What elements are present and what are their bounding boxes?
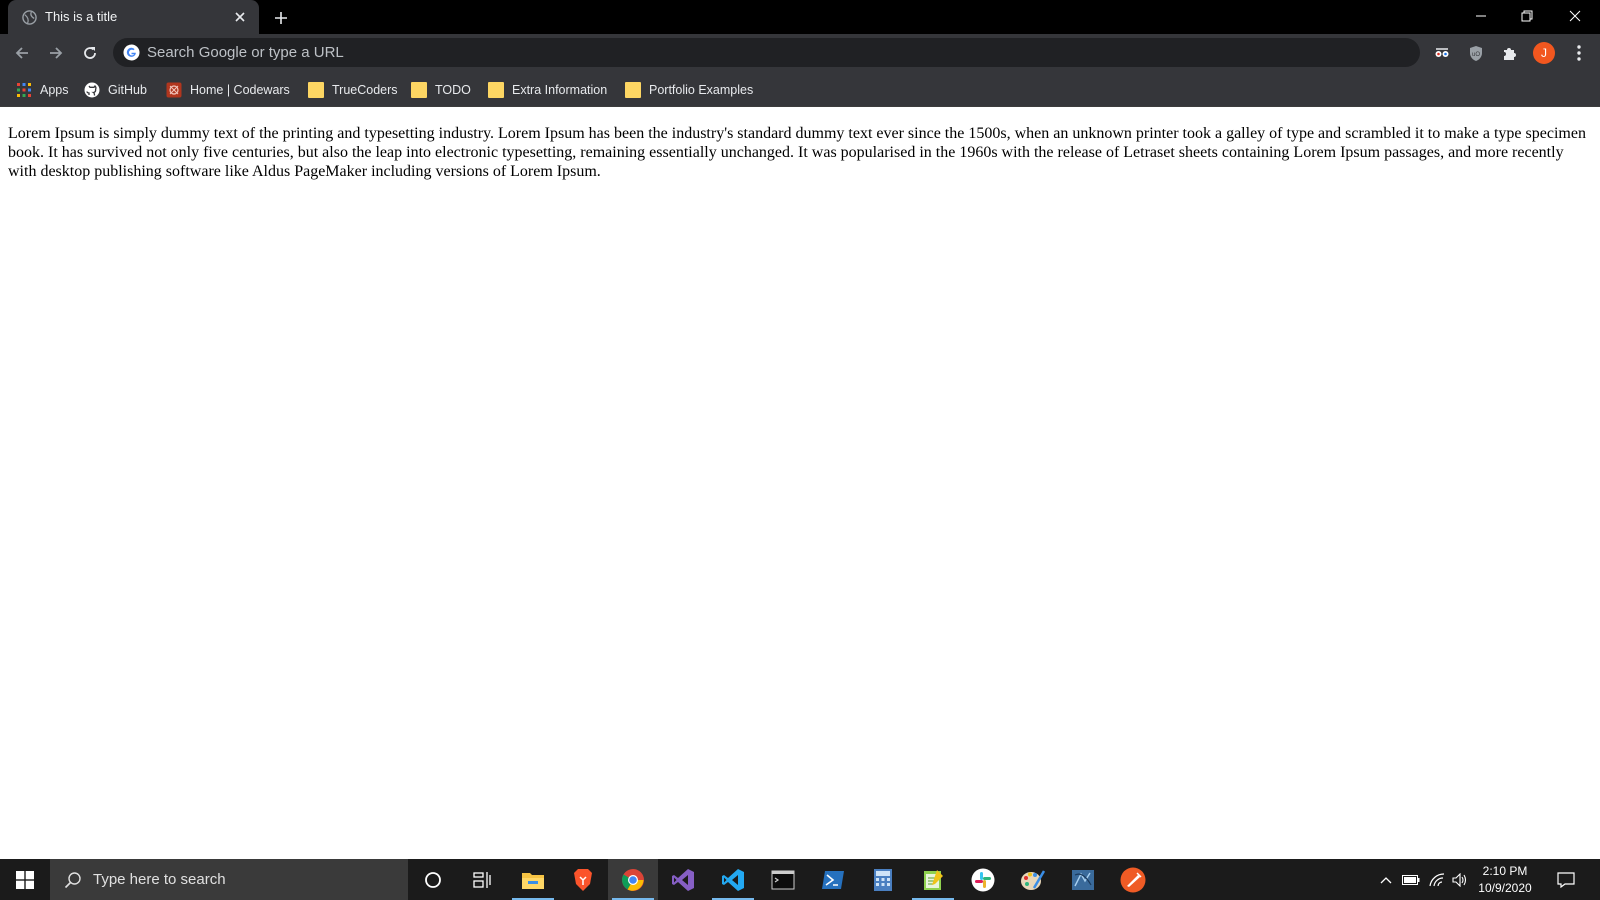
- address-input[interactable]: [147, 38, 1397, 67]
- terminal-icon[interactable]: [758, 859, 808, 900]
- battery-icon[interactable]: [1400, 859, 1422, 900]
- cortana-icon[interactable]: [408, 859, 458, 900]
- github-icon: [84, 82, 100, 98]
- page-content: Lorem Ipsum is simply dummy text of the …: [0, 107, 1600, 859]
- browser-tab[interactable]: This is a title: [8, 0, 259, 35]
- show-hidden-icons-button[interactable]: [1376, 859, 1396, 900]
- kebab-menu-icon: [1577, 45, 1581, 61]
- sql-icon[interactable]: [1058, 859, 1108, 900]
- glasses-extension-icon[interactable]: [1431, 42, 1453, 64]
- puzzle-icon[interactable]: [1499, 42, 1521, 64]
- bookmark-codewars[interactable]: Home | Codewars: [166, 79, 290, 101]
- file-explorer-icon[interactable]: [508, 859, 558, 900]
- arrow-left-icon: [15, 47, 28, 59]
- bookmark-label: Extra Information: [512, 83, 608, 97]
- bookmark-label: Apps: [40, 83, 69, 97]
- apps-grid-icon: [17, 83, 31, 97]
- browser-toolbar: uO J: [0, 34, 1600, 73]
- arrow-right-icon: [50, 47, 63, 59]
- folder-icon: [308, 82, 324, 98]
- search-icon: [64, 871, 81, 888]
- taskbar-clock[interactable]: 2:10 PM 10/9/2020: [1465, 863, 1545, 897]
- bookmark-folder-truecoders[interactable]: TrueCoders: [308, 79, 398, 101]
- close-icon: [235, 12, 245, 22]
- calculator-icon[interactable]: [858, 859, 908, 900]
- globe-icon: [22, 10, 37, 25]
- action-center-button[interactable]: [1552, 859, 1580, 900]
- codewars-icon: [166, 82, 182, 98]
- start-button[interactable]: [0, 859, 50, 900]
- forward-button[interactable]: [42, 39, 70, 67]
- reload-icon: [84, 47, 96, 59]
- postman-icon[interactable]: [1108, 859, 1158, 900]
- clock-date: 10/9/2020: [1478, 881, 1532, 895]
- bookmark-github[interactable]: GitHub: [84, 79, 147, 101]
- close-icon: [1569, 10, 1581, 22]
- minimize-icon: [1476, 15, 1486, 17]
- bookmarks-bar: Apps GitHub Home | Codewars TrueCoders T…: [0, 73, 1600, 107]
- bookmark-label: TODO: [435, 83, 471, 97]
- bookmark-folder-extra-information[interactable]: Extra Information: [488, 79, 607, 101]
- wifi-icon[interactable]: [1426, 859, 1448, 900]
- bookmark-label: TrueCoders: [332, 83, 398, 97]
- windows-logo-icon: [16, 870, 34, 889]
- taskbar-search-placeholder: Type here to search: [93, 871, 226, 888]
- folder-icon: [488, 82, 504, 98]
- notification-icon: [1557, 871, 1575, 888]
- windows-taskbar: Type here to search 2:10 PM 10/9/2020: [0, 859, 1600, 900]
- notepad-icon[interactable]: [908, 859, 958, 900]
- google-icon: [123, 44, 140, 61]
- minimize-button[interactable]: [1458, 0, 1504, 32]
- bookmark-label: GitHub: [108, 83, 147, 97]
- visual-studio-icon[interactable]: [658, 859, 708, 900]
- paint-icon[interactable]: [1008, 859, 1058, 900]
- profile-avatar[interactable]: J: [1533, 42, 1555, 64]
- back-button[interactable]: [8, 39, 36, 67]
- window-close-button[interactable]: [1552, 0, 1598, 32]
- folder-icon: [411, 82, 427, 98]
- powershell-icon[interactable]: [808, 859, 858, 900]
- browser-title-bar: This is a title: [0, 0, 1600, 35]
- restore-button[interactable]: [1504, 0, 1550, 32]
- bookmark-label: Portfolio Examples: [649, 83, 754, 97]
- bookmark-folder-portfolio-examples[interactable]: Portfolio Examples: [625, 79, 753, 101]
- bookmark-label: Home | Codewars: [190, 83, 290, 97]
- plus-icon: [275, 12, 287, 24]
- body-paragraph: Lorem Ipsum is simply dummy text of the …: [8, 125, 1586, 180]
- folder-icon: [625, 82, 641, 98]
- reload-button[interactable]: [76, 39, 104, 67]
- address-bar[interactable]: [113, 38, 1420, 67]
- slack-icon[interactable]: [958, 859, 1008, 900]
- clock-time: 2:10 PM: [1482, 864, 1528, 878]
- tab-close-button[interactable]: [230, 7, 250, 27]
- task-view-icon[interactable]: [458, 859, 508, 900]
- bookmark-folder-todo[interactable]: TODO: [411, 79, 471, 101]
- bookmark-apps[interactable]: Apps: [16, 79, 69, 101]
- tab-title: This is a title: [45, 9, 118, 24]
- chrome-icon[interactable]: [608, 859, 658, 900]
- taskbar-search-box[interactable]: Type here to search: [50, 859, 408, 900]
- svg-text:uO: uO: [1472, 52, 1480, 58]
- brave-icon[interactable]: [558, 859, 608, 900]
- chevron-up-icon: [1380, 876, 1392, 883]
- new-tab-button[interactable]: [269, 6, 293, 30]
- shield-extension-icon[interactable]: uO: [1465, 42, 1487, 64]
- browser-menu-button[interactable]: [1568, 42, 1590, 64]
- restore-icon: [1521, 10, 1533, 22]
- vscode-icon[interactable]: [708, 859, 758, 900]
